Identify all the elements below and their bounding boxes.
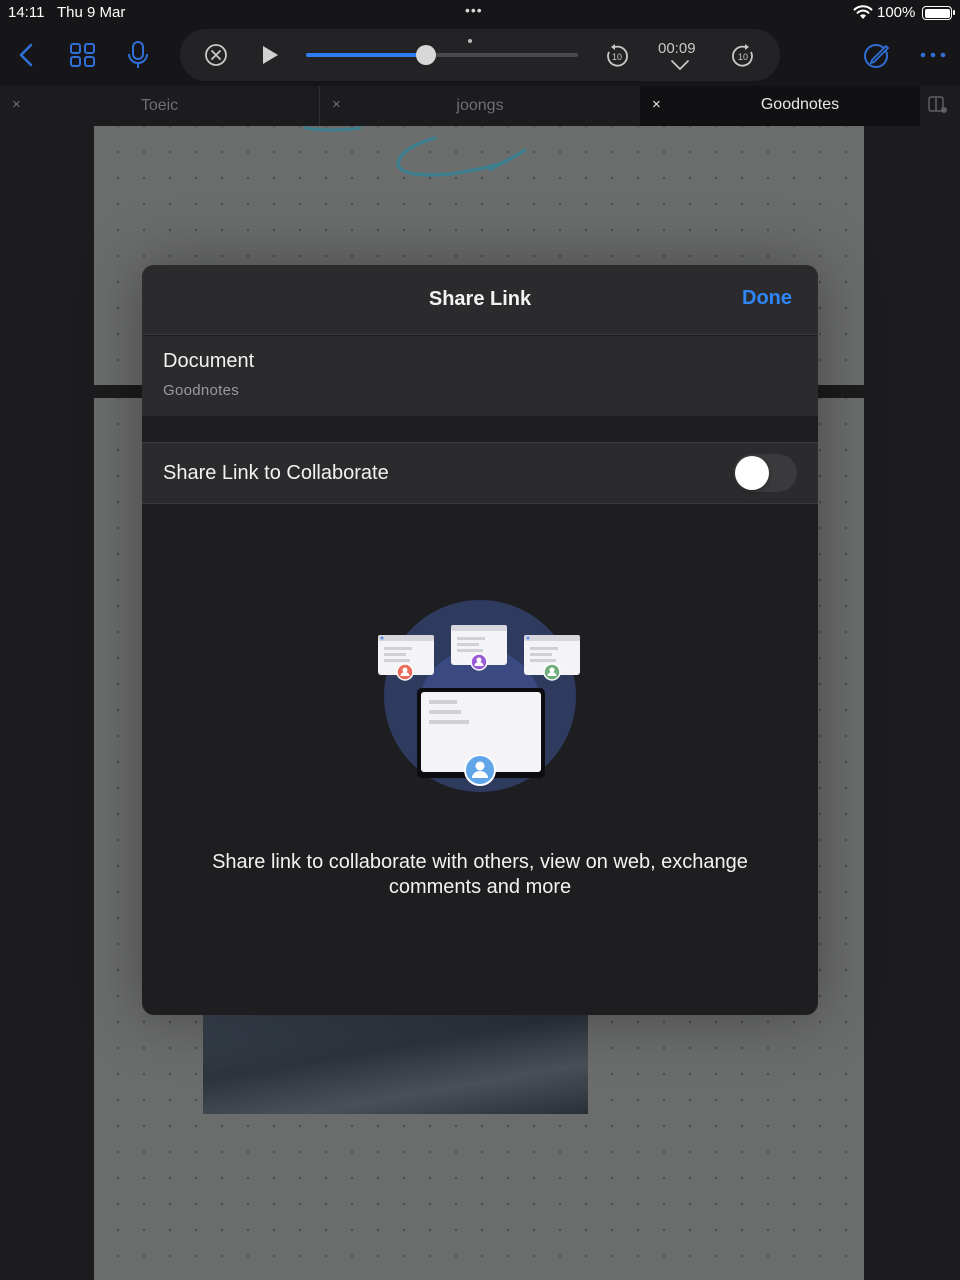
battery-percent: 100% <box>877 4 916 21</box>
skip-back-icon[interactable]: 10 <box>604 43 630 69</box>
status-time: 14:11 <box>8 4 45 21</box>
battery-icon <box>922 6 955 20</box>
collaborate-label: Share Link to Collaborate <box>163 462 389 484</box>
playback-progress <box>306 53 426 57</box>
skip-forward-icon[interactable]: 10 <box>730 43 756 69</box>
inserted-photo <box>203 1014 588 1114</box>
microphone-icon[interactable] <box>123 40 153 70</box>
collaborate-toggle[interactable] <box>733 454 797 492</box>
close-circle-icon[interactable] <box>204 43 228 67</box>
document-info: Document Goodnotes <box>142 336 818 416</box>
collaborate-description: Share link to collaborate with others, v… <box>212 851 748 898</box>
section-gap <box>142 416 818 442</box>
share-link-dialog: Share Link Done Document Goodnotes Share… <box>142 265 818 1015</box>
grid-icon[interactable] <box>68 40 98 70</box>
skip-forward-label: 10 <box>738 52 748 62</box>
tab-toeic[interactable]: × Toeic <box>0 86 320 126</box>
status-bar: 14:11 Thu 9 Mar ••• 100% <box>0 0 960 26</box>
wifi-icon <box>853 5 873 19</box>
dialog-header: Share Link Done <box>142 265 818 335</box>
collaborate-row: Share Link to Collaborate <box>142 442 818 504</box>
multitask-dots[interactable]: ••• <box>465 2 483 18</box>
dialog-title: Share Link <box>428 288 532 310</box>
document-name: Goodnotes <box>163 382 240 399</box>
scrubber-marker <box>468 39 472 43</box>
document-label: Document <box>163 350 255 372</box>
scrubber-thumb[interactable] <box>415 45 436 65</box>
more-ellipsis-icon[interactable] <box>918 40 948 70</box>
toggle-knob <box>735 456 769 490</box>
tab-label: Goodnotes <box>760 96 840 113</box>
chevron-down-icon[interactable] <box>670 59 690 71</box>
document-tabs: × Toeic × joongs × Goodnotes <box>0 86 960 126</box>
tab-joongs[interactable]: × joongs <box>320 86 640 126</box>
done-button[interactable]: Done <box>742 287 792 310</box>
tab-label: joongs <box>456 97 504 114</box>
ink-scribble <box>303 126 527 177</box>
audio-player: 10 00:09 10 <box>180 29 780 81</box>
status-date: Thu 9 Mar <box>57 4 126 21</box>
tab-label: Toeic <box>140 97 179 114</box>
pen-circle-icon[interactable] <box>862 40 892 70</box>
skip-back-label: 10 <box>612 52 622 62</box>
split-view-icon[interactable] <box>928 96 948 114</box>
play-icon[interactable] <box>260 44 280 66</box>
back-chevron-icon[interactable] <box>12 40 42 70</box>
collaboration-illustration <box>378 600 580 792</box>
playback-scrubber[interactable] <box>306 45 578 65</box>
elapsed-time: 00:09 <box>658 40 696 57</box>
tab-goodnotes[interactable]: × Goodnotes <box>640 86 920 126</box>
